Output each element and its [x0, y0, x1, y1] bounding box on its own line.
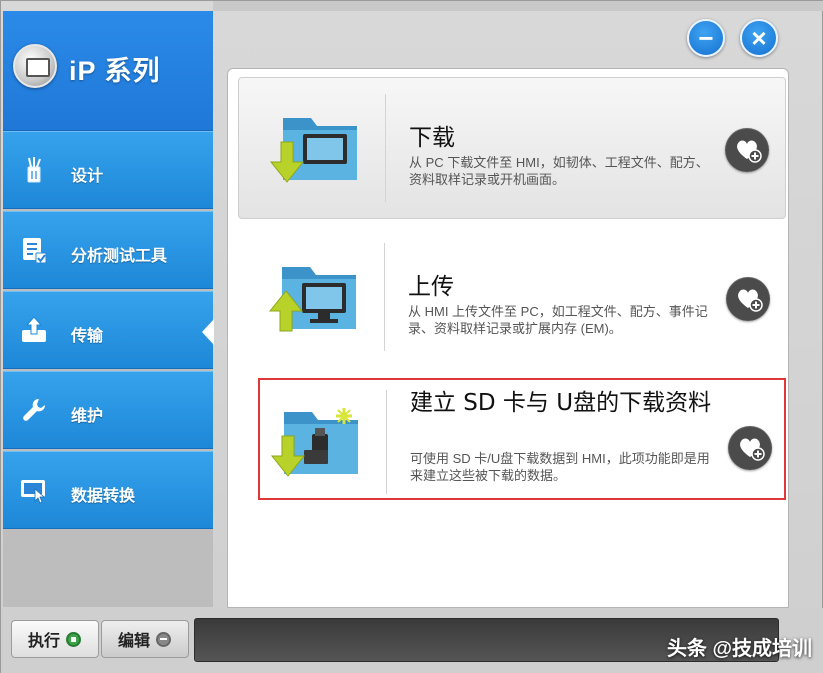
title-strip: [213, 1, 823, 11]
download-card[interactable]: 下载 从 PC 下载文件至 HMI，如韧体、工程文件、配方、资料取样记录或开机画…: [238, 77, 786, 219]
card-divider: [385, 94, 386, 202]
edit-mode-button[interactable]: 编辑: [101, 620, 189, 658]
sidebar-item-design[interactable]: 设计: [3, 131, 213, 209]
heart-plus-icon[interactable]: [725, 128, 769, 172]
run-mode-button[interactable]: 执行: [11, 620, 99, 658]
screen-touch-icon: [21, 480, 46, 504]
sidebar-item-label: 分析测试工具: [71, 248, 168, 265]
run-label: 执行: [28, 633, 61, 650]
card-description: 从 PC 下载文件至 HMI，如韧体、工程文件、配方、资料取样记录或开机画面。: [409, 155, 709, 187]
edit-status-icon: [156, 631, 172, 647]
folder-download-icon: [269, 118, 357, 183]
run-status-icon: [66, 631, 82, 647]
sidebar-item-transfer[interactable]: 传输: [3, 291, 214, 369]
sidebar-item-label: 维护: [71, 408, 104, 425]
watermark: 头条 @技成培训: [666, 638, 812, 660]
wrench-icon: [23, 398, 46, 421]
sidebar-item-label: 传输: [71, 328, 104, 345]
minimize-button[interactable]: −: [687, 19, 725, 57]
sidebar-item-maintenance[interactable]: 维护: [3, 371, 213, 449]
brand-title: iP 系列: [69, 56, 161, 86]
heart-plus-icon[interactable]: [728, 426, 772, 470]
card-divider: [386, 390, 387, 494]
sidebar-item-label: 设计: [71, 168, 104, 185]
brand-header: iP 系列: [3, 11, 213, 131]
sidebar-item-label: 数据转换: [71, 488, 136, 505]
folder-upload-icon: [268, 267, 356, 332]
upload-card[interactable]: 上传 从 HMI 上传文件至 PC，如工程文件、配方、事件记录、资料取样记录或扩…: [238, 227, 786, 367]
app-window: iP 系列 设计 分析测试工具 传输 维护 数据转换 − × 下载 从 PC 下…: [0, 0, 823, 673]
close-button[interactable]: ×: [740, 19, 778, 57]
minimize-icon: −: [698, 23, 714, 53]
close-icon: ×: [751, 23, 767, 53]
checklist-icon: [23, 238, 47, 264]
card-divider: [384, 243, 385, 351]
create-sd-usb-download-card[interactable]: 建立 SD 卡与 U盘的下载资料 可使用 SD 卡/U盘下载数据到 HMI，此项…: [258, 378, 786, 500]
card-title: 下载: [409, 125, 455, 151]
bottom-bar: 执行 编辑 头条 @技成培训: [1, 608, 823, 673]
folder-usb-download-icon: [270, 408, 358, 477]
card-title: 上传: [408, 274, 454, 300]
ip-logo-icon: [13, 44, 57, 88]
sidebar-item-data-conversion[interactable]: 数据转换: [3, 451, 213, 529]
card-title: 建立 SD 卡与 U盘的下载资料: [410, 390, 712, 416]
upload-tray-icon: [22, 316, 46, 342]
card-description: 从 HMI 上传文件至 PC，如工程文件、配方、事件记录、资料取样记录或扩展内存…: [408, 304, 708, 336]
edit-label: 编辑: [118, 633, 151, 650]
card-description: 可使用 SD 卡/U盘下载数据到 HMI，此项功能即是用来建立这些被下载的数据。: [410, 451, 710, 483]
transfer-panel: 下载 从 PC 下载文件至 HMI，如韧体、工程文件、配方、资料取样记录或开机画…: [227, 68, 789, 608]
sidebar-item-analysis-tools[interactable]: 分析测试工具: [3, 211, 213, 289]
sidebar: iP 系列 设计 分析测试工具 传输 维护 数据转换: [3, 11, 214, 607]
pencil-cup-icon: [27, 157, 41, 183]
heart-plus-icon[interactable]: [726, 277, 770, 321]
